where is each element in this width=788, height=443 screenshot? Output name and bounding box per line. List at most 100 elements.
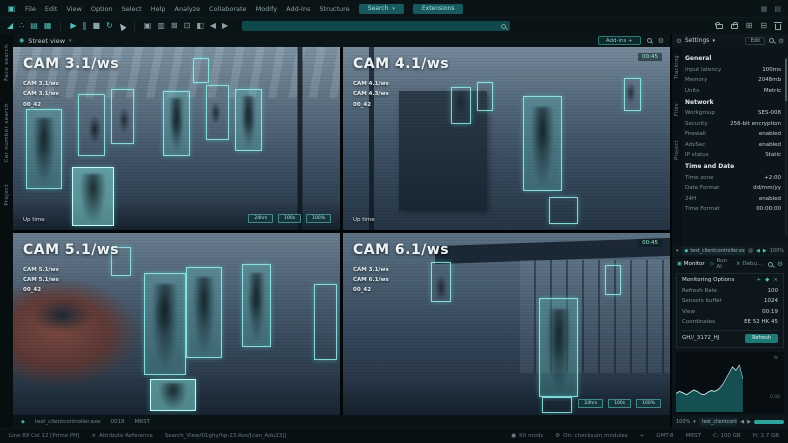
page-icon[interactable]: ▥ — [748, 248, 753, 254]
edit-button[interactable]: Edit — [745, 37, 765, 45]
monitor-value[interactable]: 100 — [768, 288, 779, 294]
menu-addins[interactable]: Add-Ins — [286, 5, 310, 13]
attribute-reference[interactable]: × Attribute Reference — [91, 433, 152, 439]
search-input[interactable] — [246, 23, 501, 30]
setting-value[interactable]: 100ms — [762, 67, 781, 73]
setting-value[interactable]: Metric — [764, 88, 781, 94]
export-icon[interactable]: ⊠ — [171, 22, 178, 30]
shape-tool-icon[interactable]: ◢ — [7, 22, 13, 30]
zoom-out-icon[interactable]: ⊟ — [760, 22, 767, 30]
menu-structure[interactable]: Structure — [319, 5, 349, 13]
search-icon[interactable] — [647, 38, 652, 43]
monitor-value[interactable]: EE 52 HK 45 — [744, 319, 778, 325]
setting-value[interactable]: enabled — [759, 131, 781, 137]
tab-project[interactable]: Project — [674, 140, 680, 160]
address-field[interactable]: test_clientcontroller.exe — [699, 418, 737, 426]
setting-value[interactable]: enabled — [759, 196, 781, 202]
chevron-down-icon[interactable]: ▾ — [676, 248, 679, 254]
setting-value[interactable]: SES-008 — [758, 110, 781, 116]
address-field[interactable]: ◆ test_clientcontroller.exe — [682, 247, 746, 255]
lock-icon[interactable] — [731, 24, 738, 29]
checksum-modules[interactable]: ⚙ On: checksum modules — [555, 433, 627, 439]
nodes-tool-icon[interactable]: ∴ — [19, 22, 24, 30]
windows-icon[interactable]: ▣ — [144, 22, 152, 30]
apps-icon[interactable]: ▦ — [761, 5, 768, 13]
arrow-right-icon[interactable]: ▶ — [222, 22, 228, 30]
grid-tool-icon[interactable]: ▦ — [44, 22, 52, 30]
menu-modify[interactable]: Modify — [256, 5, 278, 13]
addins-button[interactable]: Add-ins + — [598, 36, 641, 45]
refresh-icon[interactable]: ↻ — [106, 22, 113, 30]
search-icon[interactable] — [768, 262, 773, 267]
menu-analyze[interactable]: Analyze — [175, 5, 201, 13]
pages-icon[interactable]: ▥ — [157, 22, 165, 30]
arrow-left-icon[interactable]: ◀ — [210, 22, 216, 30]
chevron-down-icon[interactable]: ▾ — [712, 38, 715, 44]
sidebar-tab-face-search[interactable]: Face search — [4, 44, 10, 81]
stop-icon[interactable]: ■ — [93, 22, 101, 30]
menu-collaborate[interactable]: Collaborate — [209, 5, 246, 13]
search-icon[interactable] — [769, 38, 774, 43]
play-icon[interactable]: ▶ — [70, 22, 76, 30]
gear-icon[interactable]: ⚙ — [658, 37, 664, 45]
close-icon[interactable]: × — [773, 277, 778, 283]
setting-value[interactable]: dd/mm/yy — [753, 185, 781, 191]
camera-feed-3-1[interactable]: CAM 3.1/ws CAM 3.1/ws CAM 3.1/ws 00_42 U… — [13, 47, 340, 230]
gear-icon[interactable]: ⚙ — [777, 260, 783, 268]
settings-scrollbar[interactable] — [785, 57, 787, 235]
setting-value[interactable]: Static — [765, 152, 781, 158]
unlock-icon[interactable] — [716, 24, 723, 29]
cursor-icon[interactable] — [117, 21, 126, 30]
chevron-down-icon[interactable]: ▾ — [69, 38, 72, 44]
tab-files[interactable]: Files — [674, 103, 680, 116]
menu-file[interactable]: File — [25, 5, 36, 13]
import-icon[interactable]: ⊡ — [184, 22, 191, 30]
menu-select[interactable]: Select — [122, 5, 142, 13]
zoom-level[interactable]: 100% — [676, 419, 690, 425]
add-icon[interactable]: + — [757, 277, 762, 283]
layers-icon[interactable]: ▤ — [774, 5, 781, 13]
monitor-value[interactable]: 00:19 — [762, 309, 778, 315]
arrow-left-icon[interactable]: ◀ — [740, 419, 744, 425]
setting-value[interactable]: 256-bit encryption — [730, 121, 781, 127]
camera-feed-5-1[interactable]: CAM 5.1/ws CAM 5.1/ws CAM 5.1/ws 00_42 — [13, 233, 340, 416]
arrow-right-icon[interactable]: ▶ — [747, 419, 751, 425]
add-module[interactable]: + — [640, 433, 645, 439]
menu-help[interactable]: Help — [151, 5, 166, 13]
menu-edit[interactable]: Edit — [45, 5, 58, 13]
file-tab[interactable]: test_clientcontroller.exe — [35, 419, 101, 425]
tab-debug[interactable]: × Debu... — [736, 261, 762, 267]
sidebar-tab-project[interactable]: Project — [4, 184, 10, 206]
clip-icon[interactable]: ◧ — [196, 22, 204, 30]
tab-tracking[interactable]: Tracking — [674, 55, 680, 79]
setting-value[interactable]: 2048mb — [758, 77, 781, 83]
setting-value[interactable]: 00:00:00 — [756, 206, 781, 212]
view-selector[interactable]: Street view — [28, 37, 65, 45]
tab-monitor[interactable]: ▣ Monitor — [677, 261, 705, 267]
gear-icon[interactable]: ⚙ — [778, 37, 784, 45]
extensions-button[interactable]: Extensions — [413, 4, 464, 14]
search-menu-button[interactable]: Search ▾ — [359, 4, 404, 14]
chevron-down-icon[interactable]: ▾ — [693, 419, 696, 425]
setting-value[interactable]: enabled — [759, 142, 781, 148]
sidebar-tab-car-number-search[interactable]: Car number search — [4, 103, 10, 163]
camera-feed-4-1[interactable]: CAM 4.1/ws CAM 4.1/ws CAM 4.3/ws 00_42 U… — [343, 47, 670, 230]
trash-icon[interactable] — [775, 24, 781, 30]
pause-icon[interactable]: ‖ — [83, 22, 87, 30]
camera-feed-6-1[interactable]: CAM 6.1/ws CAM 3.1/ws CAM 6.1/ws 00_42 0… — [343, 233, 670, 416]
save-icon[interactable]: ▤ — [30, 22, 38, 30]
zoom-level[interactable]: 100% — [770, 248, 784, 254]
toolbar-search[interactable] — [242, 21, 510, 31]
menu-option[interactable]: Option — [91, 5, 113, 13]
arrow-right-icon[interactable]: ▶ — [763, 248, 767, 254]
settings-title[interactable]: Settings — [685, 37, 710, 44]
arrow-left-icon[interactable]: ◀ — [756, 248, 760, 254]
mark-icon[interactable]: ◆ — [765, 277, 769, 283]
tab-run-ai[interactable]: ▷ Run AI — [711, 258, 730, 270]
setting-value[interactable]: +2:00 — [764, 175, 781, 181]
refresh-button[interactable]: Refresh — [745, 334, 778, 343]
kit-mods[interactable]: ● Kit mods — [511, 433, 543, 439]
monitor-value[interactable]: 1024 — [764, 298, 778, 304]
zoom-in-icon[interactable]: ⊞ — [746, 22, 753, 30]
menu-view[interactable]: View — [66, 5, 81, 13]
